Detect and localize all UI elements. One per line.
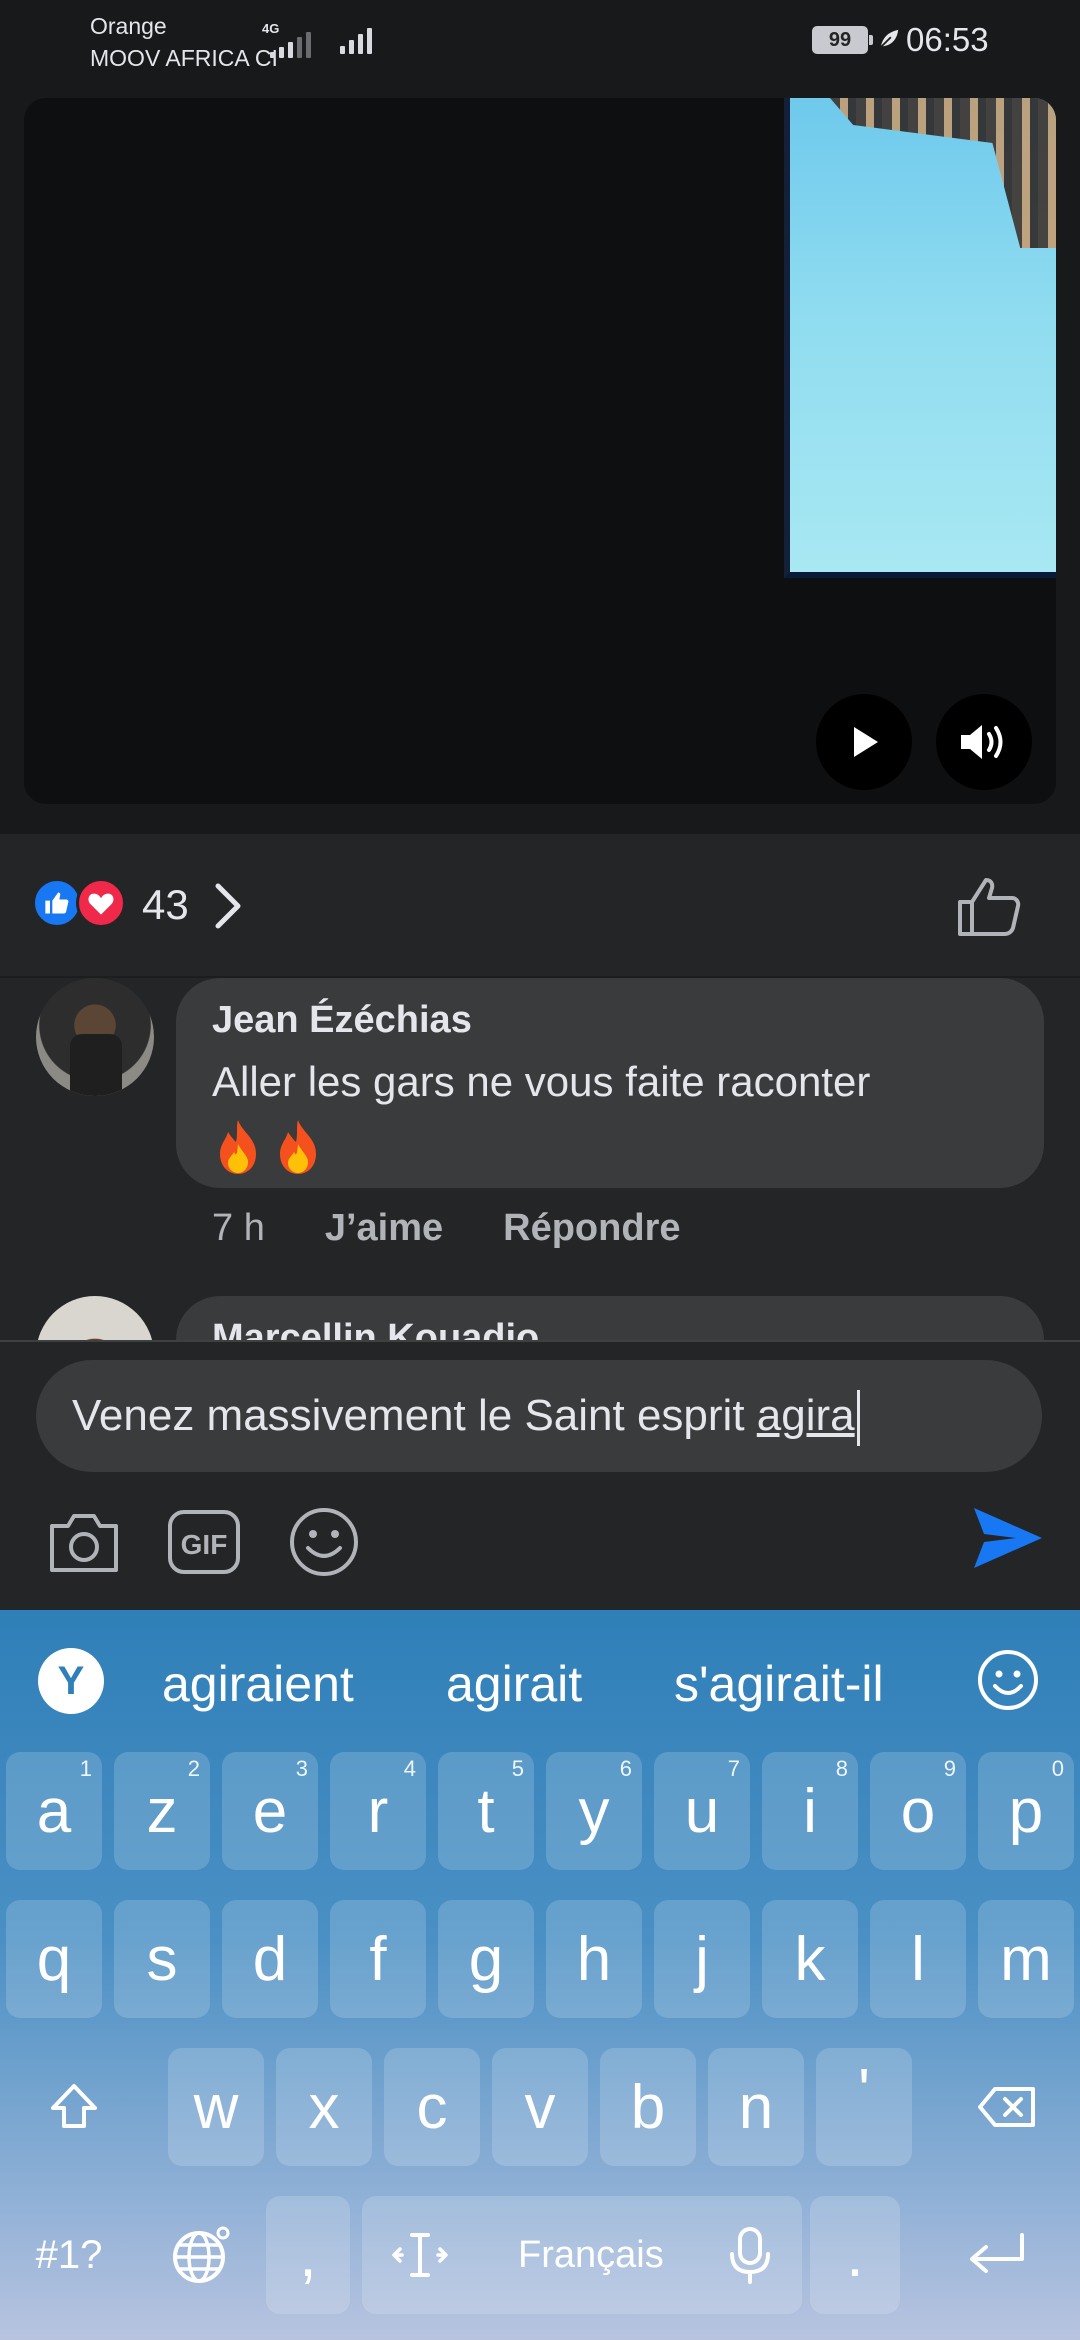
keyboard: Y agiraient agirait s'agirait-il a1 z2 e… xyxy=(0,1610,1080,2340)
send-button[interactable] xyxy=(972,1504,1044,1572)
volume-button[interactable] xyxy=(936,694,1032,790)
key-x[interactable]: x xyxy=(276,2048,372,2166)
period-key[interactable]: . xyxy=(810,2196,900,2314)
power-saving-leaf-icon xyxy=(880,29,899,48)
key-apostrophe[interactable]: ' xyxy=(816,2048,912,2166)
microphone-icon[interactable] xyxy=(728,2226,772,2284)
comment-input-current-word: agira xyxy=(756,1391,855,1440)
key-q[interactable]: q xyxy=(6,1900,102,2018)
battery-level: 99 xyxy=(815,29,865,51)
backspace-icon xyxy=(978,2087,1035,2127)
shift-key[interactable] xyxy=(6,2048,142,2166)
comma-key[interactable]: , xyxy=(266,2196,350,2314)
svg-text:GIF: GIF xyxy=(181,1529,228,1560)
suggestion-bar: Y agiraient agirait s'agirait-il xyxy=(0,1610,1080,1750)
comment-text-body: Aller les gars ne vous faite raconter xyxy=(212,1058,871,1105)
space-key[interactable]: Français xyxy=(362,2196,802,2314)
comment-composer: Venez massivement le Saint esprit agira … xyxy=(0,1340,1080,1610)
avatar[interactable] xyxy=(36,978,154,1096)
like-post-button[interactable] xyxy=(956,874,1022,938)
signal-icon-1 xyxy=(270,32,311,58)
signal-icon-2 xyxy=(340,28,372,54)
key-z[interactable]: z2 xyxy=(114,1752,210,1870)
key-k[interactable]: k xyxy=(762,1900,858,2018)
camera-icon[interactable] xyxy=(46,1504,122,1580)
language-key[interactable] xyxy=(140,2196,262,2314)
space-label: Français xyxy=(518,2233,664,2276)
key-i[interactable]: i8 xyxy=(762,1752,858,1870)
comment-actions: 7 h J’aime Répondre xyxy=(212,1200,681,1256)
comment-author[interactable]: Marcellin Kouadio xyxy=(212,1314,539,1340)
symbols-key[interactable]: #1? xyxy=(6,2196,132,2314)
key-f[interactable]: f xyxy=(330,1900,426,2018)
key-h[interactable]: h xyxy=(546,1900,642,2018)
backspace-key[interactable] xyxy=(940,2048,1074,2166)
reaction-count[interactable]: 43 xyxy=(142,878,189,932)
comment-time: 7 h xyxy=(212,1207,265,1249)
video-frame xyxy=(784,98,1056,578)
comment-bubble[interactable]: Marcellin Kouadio xyxy=(176,1296,1044,1340)
key-j[interactable]: j xyxy=(654,1900,750,2018)
key-v[interactable]: v xyxy=(492,2048,588,2166)
comment-like-button[interactable]: J’aime xyxy=(325,1200,443,1256)
comment-reply-button[interactable]: Répondre xyxy=(503,1200,680,1256)
comment-author[interactable]: Jean Ézéchias xyxy=(212,996,472,1044)
globe-icon xyxy=(173,2226,230,2283)
comment-bubble[interactable]: Jean Ézéchias Aller les gars ne vous fai… xyxy=(176,978,1044,1188)
love-icon xyxy=(76,878,126,928)
key-e[interactable]: e3 xyxy=(222,1752,318,1870)
key-n[interactable]: n xyxy=(708,2048,804,2166)
carrier-names: Orange MOOV AFRICA CI xyxy=(90,10,278,74)
reactions-bar: 43 xyxy=(0,834,1080,978)
key-w[interactable]: w xyxy=(168,2048,264,2166)
key-l[interactable]: l xyxy=(870,1900,966,2018)
gif-icon[interactable]: GIF xyxy=(166,1504,242,1580)
battery-icon: 99 xyxy=(812,26,873,54)
video-player[interactable] xyxy=(24,98,1056,804)
fire-emoji-icon xyxy=(280,1120,316,1174)
key-p[interactable]: p0 xyxy=(978,1752,1074,1870)
key-d[interactable]: d xyxy=(222,1900,318,2018)
enter-key[interactable] xyxy=(924,2196,1070,2314)
key-b[interactable]: b xyxy=(600,2048,696,2166)
key-t[interactable]: t5 xyxy=(438,1752,534,1870)
key-a[interactable]: a1 xyxy=(6,1752,102,1870)
key-m[interactable]: m xyxy=(978,1900,1074,2018)
like-icon xyxy=(32,878,82,928)
key-g[interactable]: g xyxy=(438,1900,534,2018)
emoji-icon[interactable] xyxy=(286,1504,362,1580)
video-section xyxy=(0,84,1080,834)
chevron-right-icon[interactable] xyxy=(212,882,242,930)
key-r[interactable]: r4 xyxy=(330,1752,426,1870)
reaction-summary[interactable] xyxy=(32,878,132,932)
key-s[interactable]: s xyxy=(114,1900,210,2018)
key-o[interactable]: o9 xyxy=(870,1752,966,1870)
play-icon xyxy=(854,727,878,757)
fire-emoji-icon xyxy=(220,1120,256,1174)
comment-input-text: Venez massivement le Saint esprit xyxy=(72,1391,757,1440)
shift-icon xyxy=(51,2084,97,2128)
cursor-move-icon xyxy=(392,2233,448,2277)
comments-list: Jean Ézéchias Aller les gars ne vous fai… xyxy=(0,978,1080,1340)
keyboard-logo-icon[interactable]: Y xyxy=(38,1648,104,1714)
carrier-1: Orange xyxy=(90,13,167,39)
avatar[interactable] xyxy=(36,1296,154,1340)
key-c[interactable]: c xyxy=(384,2048,480,2166)
comment-input[interactable]: Venez massivement le Saint esprit agira xyxy=(36,1360,1042,1472)
key-y[interactable]: y6 xyxy=(546,1752,642,1870)
volume-icon xyxy=(961,725,1003,759)
enter-icon xyxy=(970,2233,1024,2273)
status-bar: Orange MOOV AFRICA CI 4G 99 06:53 xyxy=(0,0,1080,84)
suggestion-2[interactable]: agirait xyxy=(446,1654,582,1714)
comment-text: Aller les gars ne vous faite raconter xyxy=(212,1052,1012,1112)
text-caret xyxy=(856,1390,860,1447)
play-button[interactable] xyxy=(816,694,912,790)
carrier-2: MOOV AFRICA CI xyxy=(90,45,278,71)
suggestion-1[interactable]: agiraient xyxy=(162,1654,354,1714)
keyboard-emoji-icon[interactable] xyxy=(976,1648,1040,1712)
key-u[interactable]: u7 xyxy=(654,1752,750,1870)
suggestion-3[interactable]: s'agirait-il xyxy=(674,1654,884,1714)
clock: 06:53 xyxy=(906,21,989,58)
screen: Orange MOOV AFRICA CI 4G 99 06:53 43 Jea… xyxy=(0,0,1080,2340)
